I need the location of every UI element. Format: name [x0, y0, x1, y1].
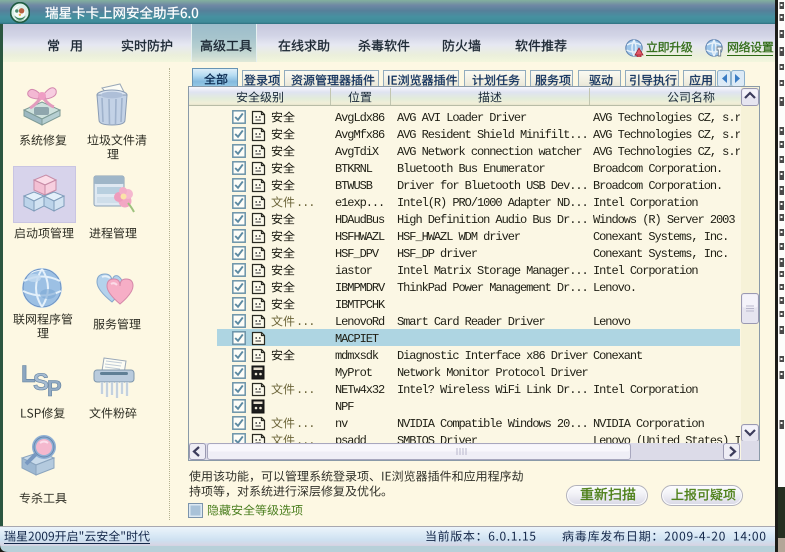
- svg-text:P: P: [47, 376, 62, 401]
